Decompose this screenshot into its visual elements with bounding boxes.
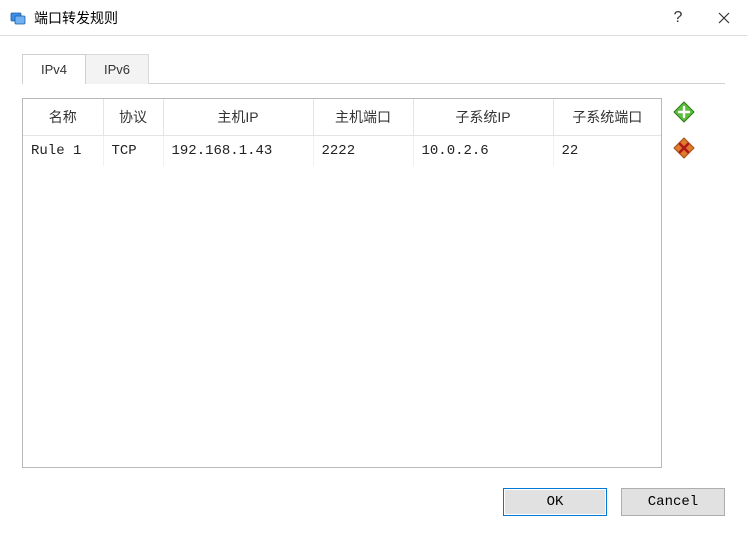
col-name[interactable]: 名称	[23, 99, 103, 136]
cell-host-ip[interactable]: 192.168.1.43	[163, 136, 313, 167]
app-icon	[10, 10, 26, 26]
cell-guest-ip[interactable]: 10.0.2.6	[413, 136, 553, 167]
col-guest-ip[interactable]: 子系统IP	[413, 99, 553, 136]
titlebar: 端口转发规则 ?	[0, 0, 747, 36]
tab-ipv6[interactable]: IPv6	[86, 54, 149, 84]
cell-protocol[interactable]: TCP	[103, 136, 163, 167]
tab-ipv4[interactable]: IPv4	[22, 54, 86, 84]
cancel-button[interactable]: Cancel	[621, 488, 725, 516]
ok-button[interactable]: OK	[503, 488, 607, 516]
col-protocol[interactable]: 协议	[103, 99, 163, 136]
dialog-footer: OK Cancel	[0, 480, 747, 530]
remove-icon	[672, 136, 696, 160]
col-guest-port[interactable]: 子系统端口	[553, 99, 661, 136]
add-icon	[672, 100, 696, 124]
remove-rule-button[interactable]	[670, 134, 698, 162]
cell-name[interactable]: Rule 1	[23, 136, 103, 167]
table-row[interactable]: Rule 1 TCP 192.168.1.43 2222 10.0.2.6 22	[23, 136, 661, 167]
side-buttons	[670, 98, 698, 162]
add-rule-button[interactable]	[670, 98, 698, 126]
cell-host-port[interactable]: 2222	[313, 136, 413, 167]
tabs: IPv4 IPv6	[22, 54, 725, 84]
table-header-row: 名称 协议 主机IP 主机端口 子系统IP 子系统端口	[23, 99, 661, 136]
tab-ipv4-label: IPv4	[41, 62, 67, 77]
col-host-port[interactable]: 主机端口	[313, 99, 413, 136]
col-host-ip[interactable]: 主机IP	[163, 99, 313, 136]
tab-ipv6-label: IPv6	[104, 62, 130, 77]
tab-pane: 名称 协议 主机IP 主机端口 子系统IP 子系统端口 Rule 1 TCP 1…	[22, 84, 725, 468]
help-button[interactable]: ?	[655, 0, 701, 36]
rules-table: 名称 协议 主机IP 主机端口 子系统IP 子系统端口 Rule 1 TCP 1…	[23, 99, 661, 166]
ok-button-label: OK	[547, 494, 564, 510]
rules-table-container: 名称 协议 主机IP 主机端口 子系统IP 子系统端口 Rule 1 TCP 1…	[22, 98, 662, 468]
dialog-content: IPv4 IPv6 名称 协议 主机IP 主机端口 子系统IP 子系统端口	[0, 36, 747, 480]
close-button[interactable]	[701, 0, 747, 36]
window-title: 端口转发规则	[34, 8, 655, 28]
cell-guest-port[interactable]: 22	[553, 136, 661, 167]
cancel-button-label: Cancel	[648, 494, 698, 510]
